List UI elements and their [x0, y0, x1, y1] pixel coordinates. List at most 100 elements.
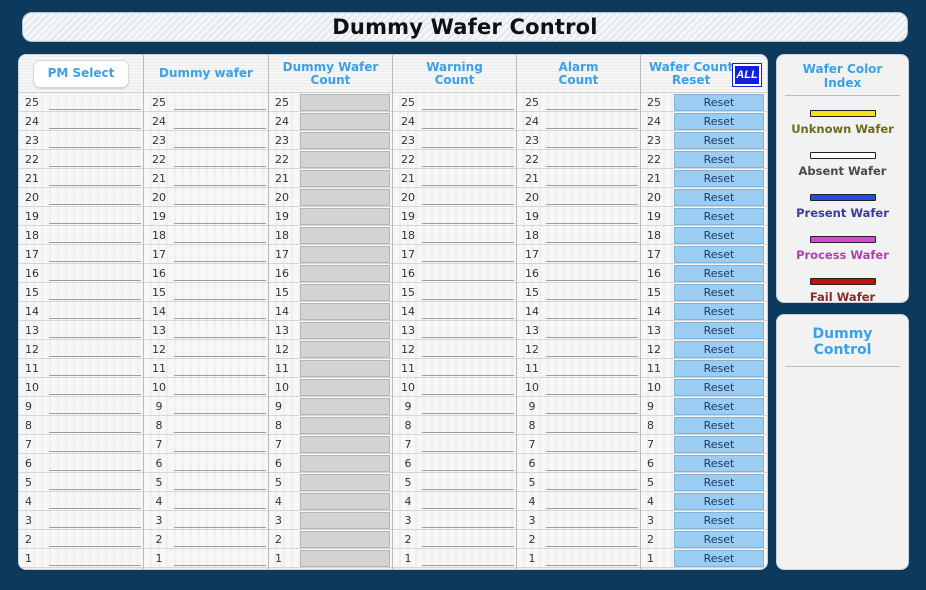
- value-field[interactable]: [546, 412, 638, 414]
- value-field[interactable]: [546, 279, 638, 281]
- value-field[interactable]: [546, 165, 638, 167]
- value-field[interactable]: [174, 545, 266, 547]
- dummy-wafer-count-field[interactable]: [300, 322, 390, 339]
- dummy-wafer-count-field[interactable]: [300, 284, 390, 301]
- value-field[interactable]: [174, 260, 266, 262]
- value-field[interactable]: [174, 374, 266, 376]
- value-field[interactable]: [422, 564, 514, 566]
- reset-button[interactable]: Reset: [674, 417, 764, 434]
- value-field[interactable]: [546, 298, 638, 300]
- reset-button[interactable]: Reset: [674, 227, 764, 244]
- value-field[interactable]: [422, 545, 514, 547]
- reset-all-button[interactable]: ALL: [732, 63, 762, 87]
- value-field[interactable]: [546, 203, 638, 205]
- dummy-wafer-count-field[interactable]: [300, 417, 390, 434]
- reset-button[interactable]: Reset: [674, 341, 764, 358]
- reset-button[interactable]: Reset: [674, 246, 764, 263]
- dummy-wafer-count-field[interactable]: [300, 436, 390, 453]
- dummy-wafer-count-field[interactable]: [300, 379, 390, 396]
- value-field[interactable]: [546, 184, 638, 186]
- value-field[interactable]: [546, 507, 638, 509]
- value-field[interactable]: [422, 146, 514, 148]
- value-field[interactable]: [174, 488, 266, 490]
- value-field[interactable]: [174, 241, 266, 243]
- value-field[interactable]: [174, 165, 266, 167]
- value-field[interactable]: [174, 222, 266, 224]
- value-field[interactable]: [174, 526, 266, 528]
- value-field[interactable]: [422, 184, 514, 186]
- dummy-wafer-count-field[interactable]: [300, 474, 390, 491]
- dummy-wafer-count-field[interactable]: [300, 246, 390, 263]
- dummy-wafer-count-field[interactable]: [300, 170, 390, 187]
- value-field[interactable]: [546, 222, 638, 224]
- value-field[interactable]: [546, 526, 638, 528]
- value-field[interactable]: [422, 450, 514, 452]
- value-field[interactable]: [49, 279, 141, 281]
- value-field[interactable]: [174, 317, 266, 319]
- dummy-wafer-count-field[interactable]: [300, 493, 390, 510]
- value-field[interactable]: [546, 146, 638, 148]
- dummy-wafer-count-field[interactable]: [300, 398, 390, 415]
- value-field[interactable]: [49, 488, 141, 490]
- value-field[interactable]: [49, 184, 141, 186]
- dummy-wafer-count-field[interactable]: [300, 227, 390, 244]
- value-field[interactable]: [49, 412, 141, 414]
- value-field[interactable]: [49, 203, 141, 205]
- value-field[interactable]: [49, 469, 141, 471]
- dummy-wafer-count-field[interactable]: [300, 455, 390, 472]
- value-field[interactable]: [546, 450, 638, 452]
- dummy-wafer-count-field[interactable]: [300, 512, 390, 529]
- value-field[interactable]: [49, 108, 141, 110]
- value-field[interactable]: [174, 393, 266, 395]
- pm-select-button[interactable]: PM Select: [33, 59, 129, 88]
- value-field[interactable]: [174, 564, 266, 566]
- dummy-wafer-count-field[interactable]: [300, 113, 390, 130]
- value-field[interactable]: [546, 488, 638, 490]
- value-field[interactable]: [422, 374, 514, 376]
- value-field[interactable]: [422, 317, 514, 319]
- value-field[interactable]: [49, 545, 141, 547]
- value-field[interactable]: [49, 241, 141, 243]
- value-field[interactable]: [174, 298, 266, 300]
- value-field[interactable]: [174, 203, 266, 205]
- value-field[interactable]: [422, 393, 514, 395]
- reset-button[interactable]: Reset: [674, 531, 764, 548]
- value-field[interactable]: [174, 412, 266, 414]
- dummy-wafer-count-field[interactable]: [300, 94, 390, 111]
- value-field[interactable]: [49, 260, 141, 262]
- reset-button[interactable]: Reset: [674, 303, 764, 320]
- value-field[interactable]: [546, 108, 638, 110]
- value-field[interactable]: [422, 279, 514, 281]
- value-field[interactable]: [422, 336, 514, 338]
- value-field[interactable]: [49, 298, 141, 300]
- value-field[interactable]: [422, 469, 514, 471]
- reset-button[interactable]: Reset: [674, 113, 764, 130]
- dummy-wafer-count-field[interactable]: [300, 550, 390, 567]
- value-field[interactable]: [174, 336, 266, 338]
- value-field[interactable]: [174, 469, 266, 471]
- value-field[interactable]: [422, 298, 514, 300]
- value-field[interactable]: [49, 165, 141, 167]
- value-field[interactable]: [546, 431, 638, 433]
- dummy-wafer-count-field[interactable]: [300, 208, 390, 225]
- value-field[interactable]: [422, 488, 514, 490]
- value-field[interactable]: [174, 184, 266, 186]
- dummy-wafer-count-field[interactable]: [300, 360, 390, 377]
- value-field[interactable]: [546, 355, 638, 357]
- value-field[interactable]: [546, 336, 638, 338]
- value-field[interactable]: [422, 355, 514, 357]
- reset-button[interactable]: Reset: [674, 94, 764, 111]
- reset-button[interactable]: Reset: [674, 322, 764, 339]
- value-field[interactable]: [49, 450, 141, 452]
- reset-button[interactable]: Reset: [674, 398, 764, 415]
- value-field[interactable]: [422, 431, 514, 433]
- reset-button[interactable]: Reset: [674, 474, 764, 491]
- value-field[interactable]: [174, 431, 266, 433]
- value-field[interactable]: [49, 355, 141, 357]
- reset-button[interactable]: Reset: [674, 189, 764, 206]
- value-field[interactable]: [174, 279, 266, 281]
- value-field[interactable]: [49, 146, 141, 148]
- dummy-wafer-count-field[interactable]: [300, 132, 390, 149]
- value-field[interactable]: [174, 450, 266, 452]
- value-field[interactable]: [174, 108, 266, 110]
